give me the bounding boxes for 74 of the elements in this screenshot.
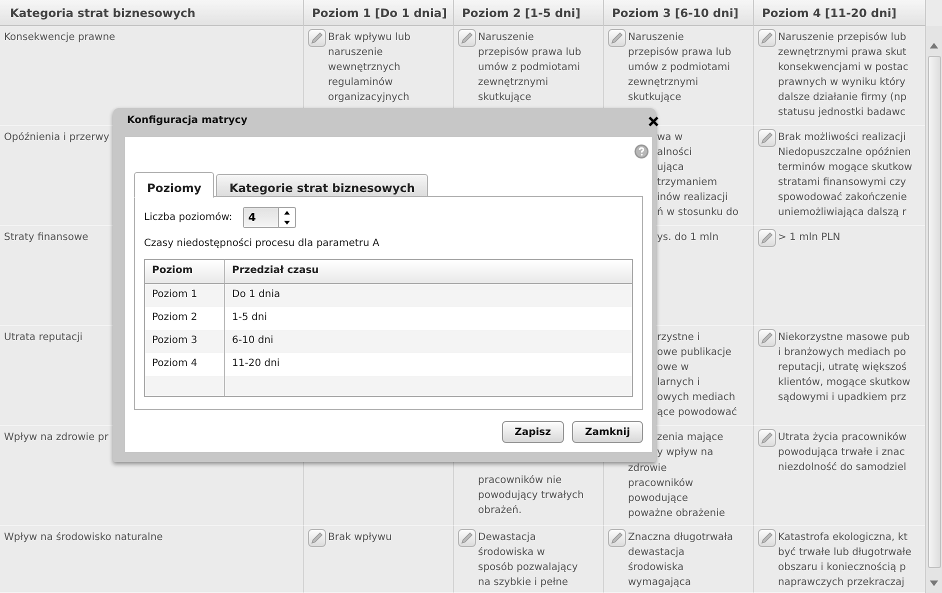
table-cell-text: Brak możliwości realizacji Niedopuszczalne opóźnien terminów mogące skutkow stratami finansowymi czy spowodować zakończenie uniemożliwiająca dalszą r xyxy=(778,131,912,220)
edit-button[interactable] xyxy=(458,529,476,547)
table-cell-text: zdrowie pracowników powodujące poważne obrażenie xyxy=(628,462,726,521)
dialog-button[interactable]: Zamknij xyxy=(572,421,643,443)
table-cell-text: 6-10 dni xyxy=(231,334,274,348)
column-header: Przedział czasu xyxy=(231,264,320,278)
edit-button[interactable] xyxy=(308,529,326,547)
table-cell-text: Niekorzystne masowe pub i branżowych mediach po reputacji, utratę większoś klientów, mogące skutkow sądowymi i upadkiem prz xyxy=(778,331,910,405)
pencil-icon xyxy=(760,431,774,445)
help-icon[interactable] xyxy=(634,144,649,159)
table-cell-text: Dewastacja środowiska w sposób pozwalający na szybkie i pełne xyxy=(478,531,578,590)
table-cell-text: Opóźnienia i przerwy xyxy=(4,131,110,145)
edit-button[interactable] xyxy=(758,229,776,247)
edit-button[interactable] xyxy=(758,429,776,447)
edit-button[interactable] xyxy=(758,329,776,347)
pencil-icon xyxy=(610,31,624,45)
table-cell-text: Znaczna długotrwała dewastacja środowiska wymagająca xyxy=(628,531,734,590)
dialog-title: Konfiguracja matrycy xyxy=(127,115,248,126)
table-cell-text: ys. do 1 mln xyxy=(657,231,719,245)
table-cell-text: Katastrofa ekologiczna, kt być trwałe lub długotrwałe obszaru i koniecznością p naprawczych przekraczaj xyxy=(778,531,912,590)
pencil-icon xyxy=(760,31,774,45)
column-header: Kategoria strat biznesowych xyxy=(0,0,304,26)
table-cell-text: rzystne i owe publikacje owe w larnych i owych mediach ące powodować xyxy=(657,331,737,420)
column-header: Poziom xyxy=(145,260,225,283)
pencil-icon xyxy=(760,331,774,345)
table-cell-text: 11-20 dni xyxy=(231,357,281,371)
section-caption: Czasy niedostępności procesu dla parametru A xyxy=(144,238,380,249)
close-button[interactable] xyxy=(646,114,660,128)
pencil-icon xyxy=(310,531,324,545)
table-cell-text: Utrata życia pracowników powodująca trwałe i znac niezdolność do samodziel xyxy=(778,431,907,475)
table-cell-text: > 1 mln PLN xyxy=(778,231,840,245)
table-cell-text: Brak wpływu lub naruszenie wewnętrznych regulaminów organizacyjnych xyxy=(328,31,411,105)
number-spinner[interactable]: 4 xyxy=(243,207,296,228)
pencil-icon xyxy=(760,131,774,145)
pencil-icon xyxy=(460,31,474,45)
table-cell-text: Straty finansowe xyxy=(4,231,88,245)
field-label: Liczba poziomów: xyxy=(144,212,232,223)
edit-button[interactable] xyxy=(608,29,626,47)
dialog-button[interactable]: Zapisz xyxy=(502,421,564,443)
table-cell-text: Naruszenie przepisów prawa lub umów z podmiotami zewnętrznymi skutkujące xyxy=(628,31,732,105)
scrollbar-thumb[interactable] xyxy=(928,56,941,568)
scrollbar[interactable] xyxy=(925,26,942,593)
tab[interactable]: Poziomy xyxy=(134,172,214,198)
table-cell: Poziom 3 xyxy=(145,330,225,353)
column-header: Poziom 4 [11-20 dni] xyxy=(754,0,926,26)
tab[interactable]: Kategorie strat biznesowych xyxy=(216,174,428,197)
edit-button[interactable] xyxy=(458,29,476,47)
pencil-icon xyxy=(460,531,474,545)
edit-button[interactable] xyxy=(308,29,326,47)
pencil-icon xyxy=(310,31,324,45)
column-header: Poziom 3 [6-10 dni] xyxy=(604,0,754,26)
table-cell-text: Wpływ na środowisko naturalne xyxy=(4,531,163,545)
close-icon xyxy=(648,116,658,126)
table-cell-text: Do 1 dnia xyxy=(231,288,282,302)
table-cell-text: Brak wpływu xyxy=(328,531,392,545)
table-cell-text: wa w alności ująca trzymaniem inów realizacji ń w stosunku do xyxy=(657,131,738,220)
edit-button[interactable] xyxy=(758,29,776,47)
edit-button[interactable] xyxy=(758,529,776,547)
pencil-icon xyxy=(610,531,624,545)
table-cell-text: Naruszenie przepisów lub zewnętrznymi prawa skut konsekwencjami w postac prawnych w wyniku który dalsze działanie firmy (np statusu jednostki badawc xyxy=(778,31,908,120)
edit-button[interactable] xyxy=(608,529,626,547)
table-cell: Poziom 1 xyxy=(145,284,225,307)
table-cell-text: Naruszenie przepisów prawa lub umów z podmiotami zewnętrznymi skutkujące xyxy=(478,31,582,105)
table-cell-text: Utrata reputacji xyxy=(4,331,83,345)
table-cell-text: Konsekwencje prawne xyxy=(4,31,116,45)
table-cell-text: zenia mające y wpływ na xyxy=(657,431,724,460)
pencil-icon xyxy=(760,231,774,245)
table-cell-text: 1-5 dni xyxy=(231,311,268,325)
table-cell-text: Wpływ na zdrowie pr xyxy=(4,431,108,445)
column-header: Poziom 1 [Do 1 dnia] xyxy=(304,0,454,26)
table-cell-text: pracowników nie powodujący trwałych obrażeń. xyxy=(478,474,584,518)
pencil-icon xyxy=(760,531,774,545)
column-header: Poziom 2 [1-5 dni] xyxy=(454,0,604,26)
edit-button[interactable] xyxy=(758,129,776,147)
